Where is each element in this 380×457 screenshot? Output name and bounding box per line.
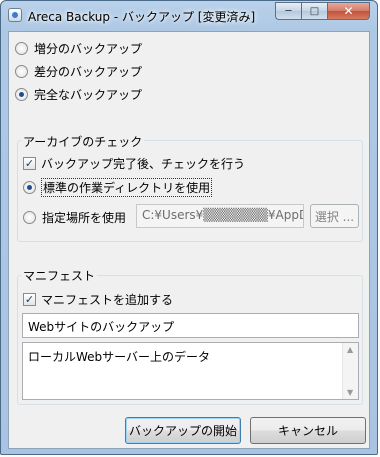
scroll-up-arrow-icon[interactable]: ▲ <box>347 345 353 354</box>
window-title: Areca Backup - バックアップ [変更済み] <box>28 10 256 24</box>
radio-button[interactable] <box>23 211 36 224</box>
dialog-client-area: 増分のバックアップ 差分のバックアップ 完全なバックアップ アーカイブのチェック… <box>8 31 370 449</box>
custom-location-path-input[interactable]: C:¥Users¥▒▒▒▒▒▒▒¥AppDa <box>136 204 304 228</box>
areca-app-icon <box>8 8 22 22</box>
standard-work-dir-label: 標準の作業ディレクトリを使用 <box>40 178 213 197</box>
cancel-button[interactable]: キャンセル <box>250 417 366 444</box>
radio-button-selected[interactable] <box>15 88 28 101</box>
add-manifest-checkbox-row[interactable]: ✓ マニフェストを追加する <box>23 291 173 308</box>
radio-custom-location[interactable]: 指定場所を使用 <box>23 209 126 226</box>
window-controls: ─ □ ✕ <box>275 2 370 20</box>
radio-differential-backup[interactable]: 差分のバックアップ <box>15 63 142 80</box>
radio-standard-work-dir[interactable]: 標準の作業ディレクトリを使用 <box>23 178 213 197</box>
manifest-description-text: ローカルWebサーバー上のデータ <box>28 350 211 364</box>
incremental-backup-label: 増分のバックアップ <box>34 42 143 56</box>
radio-full-backup[interactable]: 完全なバックアップ <box>15 86 142 103</box>
minimize-icon: ─ <box>285 5 292 17</box>
close-button[interactable]: ✕ <box>327 2 370 20</box>
full-backup-label: 完全なバックアップ <box>34 88 143 102</box>
backup-dialog-window: Areca Backup - バックアップ [変更済み] ─ □ ✕ 増分のバッ… <box>0 0 378 455</box>
description-scrollbar[interactable]: ▲ ▼ <box>342 343 358 399</box>
archive-check-group-title: アーカイブのチェック <box>21 133 145 150</box>
manifest-description-textarea[interactable]: ローカルWebサーバー上のデータ ▲ ▼ <box>22 342 359 400</box>
scroll-down-arrow-icon[interactable]: ▼ <box>347 388 353 397</box>
differential-backup-label: 差分のバックアップ <box>34 65 143 79</box>
maximize-icon: □ <box>309 5 320 17</box>
check-after-backup-checkbox[interactable]: ✓ <box>23 157 36 170</box>
close-icon: ✕ <box>343 4 354 18</box>
manifest-title-input[interactable]: Webサイトのバックアップ <box>22 313 359 338</box>
radio-button[interactable] <box>15 65 28 78</box>
start-backup-button[interactable]: バックアップの開始 <box>125 417 241 444</box>
title-bar[interactable]: Areca Backup - バックアップ [変更済み] ─ □ ✕ <box>1 1 377 31</box>
radio-button[interactable] <box>15 42 28 55</box>
radio-button-selected[interactable] <box>23 181 36 194</box>
check-after-backup-label: バックアップ完了後、チェックを行う <box>41 157 246 171</box>
manifest-group-title: マニフェスト <box>21 267 98 284</box>
minimize-button[interactable]: ─ <box>275 2 301 20</box>
add-manifest-label: マニフェストを追加する <box>41 293 174 307</box>
custom-location-label: 指定場所を使用 <box>42 211 127 225</box>
maximize-button[interactable]: □ <box>301 2 327 20</box>
check-after-backup-checkbox-row[interactable]: ✓ バックアップ完了後、チェックを行う <box>23 155 245 172</box>
browse-button[interactable]: 選択 ... <box>310 204 359 228</box>
add-manifest-checkbox[interactable]: ✓ <box>23 293 36 306</box>
radio-incremental-backup[interactable]: 増分のバックアップ <box>15 40 142 57</box>
